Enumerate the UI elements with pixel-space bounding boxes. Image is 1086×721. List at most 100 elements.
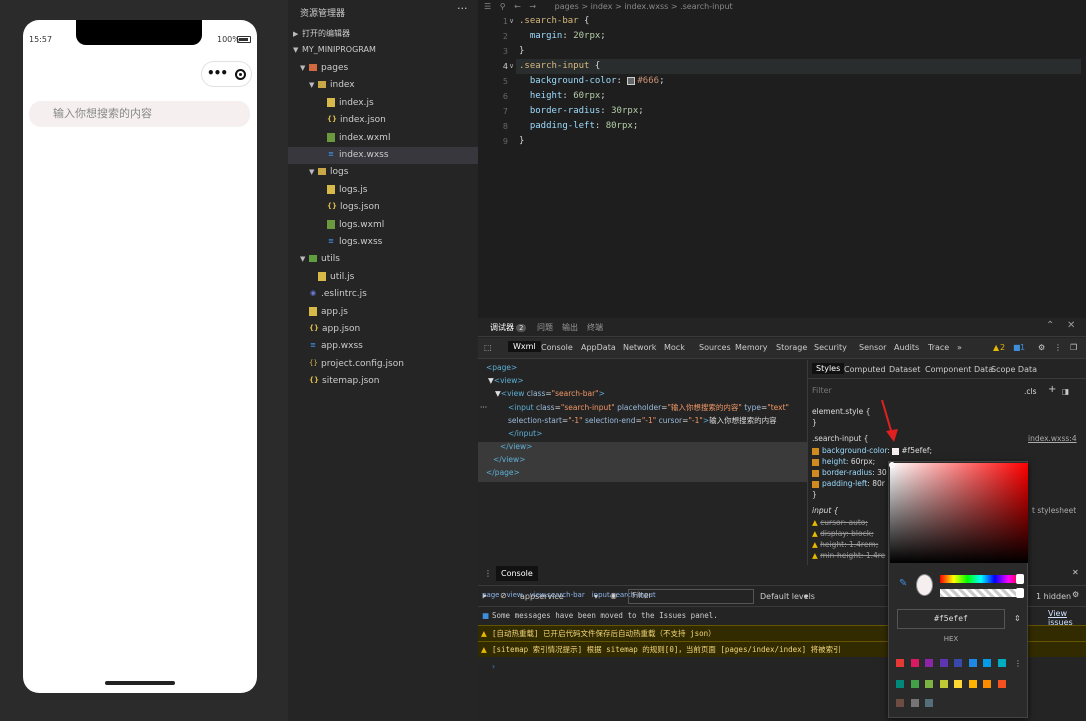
file-tree-item[interactable]: ▼ utils [288,251,478,268]
code-line[interactable]: height: 60rpx; [519,89,606,104]
file-tree-item[interactable]: ≡ logs.wxss [288,234,478,251]
code-line[interactable]: padding-left: 80rpx; [519,119,638,134]
color-swatch-option[interactable] [910,659,919,667]
tab-console-drawer[interactable]: Console [496,566,538,581]
devtools-tab-audits[interactable]: Audits [894,343,919,352]
color-swatch-option[interactable] [910,680,919,688]
alpha-slider[interactable] [940,589,1022,597]
file-tree-item[interactable]: {} app.json [288,321,478,338]
element-style-rule[interactable]: element.style { [812,406,870,417]
saturation-value-area[interactable] [890,463,1028,563]
cls-toggle[interactable]: .cls [1024,386,1037,397]
format-toggle-icon[interactable]: ⇕ [1014,614,1021,623]
file-tree-item[interactable]: index.wxml [288,130,478,147]
styles-tab-component-data[interactable]: Component Data [925,365,993,374]
node-view-close-2[interactable]: </view> [493,454,525,466]
file-tree-item[interactable]: logs.wxml [288,217,478,234]
devtools-tab-mock[interactable]: Mock [664,343,685,352]
rule-source-link[interactable]: index.wxss:4 [1028,433,1077,444]
search-input[interactable]: 输入你想搜索的内容 [29,101,250,127]
color-swatch-option[interactable] [925,680,933,688]
node-page-close[interactable]: </page> [486,467,520,479]
collapse-panel-icon[interactable]: ⌃ [1046,320,1054,331]
file-tree-item[interactable]: ▼ pages [288,60,478,77]
console-settings-icon[interactable]: ⚙ [1072,590,1079,599]
devtools-tab-network[interactable]: Network [623,343,656,352]
color-swatch-option[interactable] [910,699,919,707]
devtools-tab-wxml[interactable]: Wxml [508,341,541,352]
eye-icon[interactable]: ◉ [610,591,617,600]
devtools-tab-sources[interactable]: Sources [699,343,731,352]
color-swatch-option[interactable] [968,680,977,688]
hue-slider[interactable] [940,575,1022,583]
drawer-menu-icon[interactable]: ⋮ [484,569,492,578]
file-tree-item[interactable]: {} index.json [288,112,478,129]
project-section[interactable]: ▼ MY_MINIPROGRAM [293,45,376,54]
color-swatch-option[interactable] [954,680,962,688]
color-cursor[interactable] [889,462,895,468]
hex-input[interactable]: #f5efef [897,609,1005,629]
undock-icon[interactable]: ❐ [1070,343,1077,352]
styles-tab-computed[interactable]: Computed [844,365,886,374]
file-tree-item[interactable]: {} project.config.json [288,356,478,373]
node-view[interactable]: ▼<view> [488,375,524,387]
info-icon[interactable]: ■ [1013,343,1021,352]
tab-problems[interactable]: 问题 [537,322,553,333]
devtools-more-tabs-icon[interactable]: » [957,343,962,352]
add-rule-icon[interactable]: + [1048,384,1056,395]
devtools-tab-trace[interactable]: Trace [928,343,949,352]
bookmark-icon[interactable]: ⚲ [500,2,506,11]
color-swatch-option[interactable] [896,680,904,688]
code-line[interactable]: .search-bar { [519,14,589,29]
node-input-attrs[interactable]: selection-start="-1" selection-end="-1" … [508,415,777,427]
styles-tab-scope-data[interactable]: Scope Data [991,365,1037,374]
inspect-icon[interactable]: ⬚ [484,343,492,352]
more-icon[interactable]: ••• [207,66,228,80]
decl-height[interactable]: height: 60rpx; [812,456,875,467]
color-swatch-option[interactable] [939,680,948,688]
close-target-icon[interactable] [235,69,246,80]
devtools-tab-memory[interactable]: Memory [735,343,768,352]
color-swatch-option[interactable] [925,659,933,667]
styles-tab-styles[interactable]: Styles [812,363,845,374]
color-swatch-option[interactable] [997,680,1006,688]
file-tree-item[interactable]: logs.js [288,182,478,199]
clear-console-icon[interactable]: ⊘ [500,591,507,600]
code-line[interactable]: margin: 20rpx; [519,29,606,44]
code-line[interactable]: .search-input { [516,59,1081,74]
devtools-tab-storage[interactable]: Storage [776,343,807,352]
decl-background-color[interactable]: background-color: #f5efef; [812,445,932,456]
devtools-tab-console[interactable]: Console [541,343,573,352]
list-icon[interactable]: ☰ [484,2,491,11]
tab-output[interactable]: 输出 [562,322,578,333]
color-swatch[interactable] [892,447,900,455]
file-tree-item[interactable]: app.js [288,304,478,321]
explorer-more-button[interactable]: ··· [457,2,468,15]
color-swatch-option[interactable] [954,659,962,667]
devtools-tab-sensor[interactable]: Sensor [859,343,886,352]
tab-terminal[interactable]: 终端 [587,322,603,333]
toggle-sidebar-icon[interactable]: ◨ [1062,386,1069,397]
code-line[interactable]: background-color: #666; [519,74,665,89]
close-panel-icon[interactable]: ✕ [1067,320,1075,331]
warning-icon[interactable]: ▲ [993,343,999,352]
node-page[interactable]: <page> [486,362,517,374]
styles-tab-dataset[interactable]: Dataset [889,365,920,374]
rule-selector[interactable]: .search-input { [812,433,868,444]
file-tree-item[interactable]: ≡ index.wxss [288,147,478,164]
color-swatch-option[interactable] [939,659,948,667]
alpha-handle[interactable] [1016,588,1024,598]
fold-chevron-icon[interactable]: ∨ [509,17,514,25]
sidebar-toggle-icon[interactable]: ▸ [483,591,487,600]
decl-padding-left[interactable]: padding-left: 80r [812,478,885,489]
palette-menu-icon[interactable]: ⋮ [1014,659,1022,668]
console-filter-input[interactable]: Filter [628,589,754,604]
file-tree-item[interactable]: ◉ .eslintrc.js [288,286,478,303]
open-editors-section[interactable]: ▶ 打开的编辑器 [293,28,350,39]
devtools-tab-appdata[interactable]: AppData [581,343,616,352]
color-swatch-option[interactable] [983,659,991,667]
node-view-close-1[interactable]: </view> [500,441,532,453]
styles-filter[interactable]: Filter [812,386,832,395]
breadcrumb-path[interactable]: pages > index > index.wxss > .search-inp… [555,2,733,11]
color-swatch-option[interactable] [983,680,991,688]
